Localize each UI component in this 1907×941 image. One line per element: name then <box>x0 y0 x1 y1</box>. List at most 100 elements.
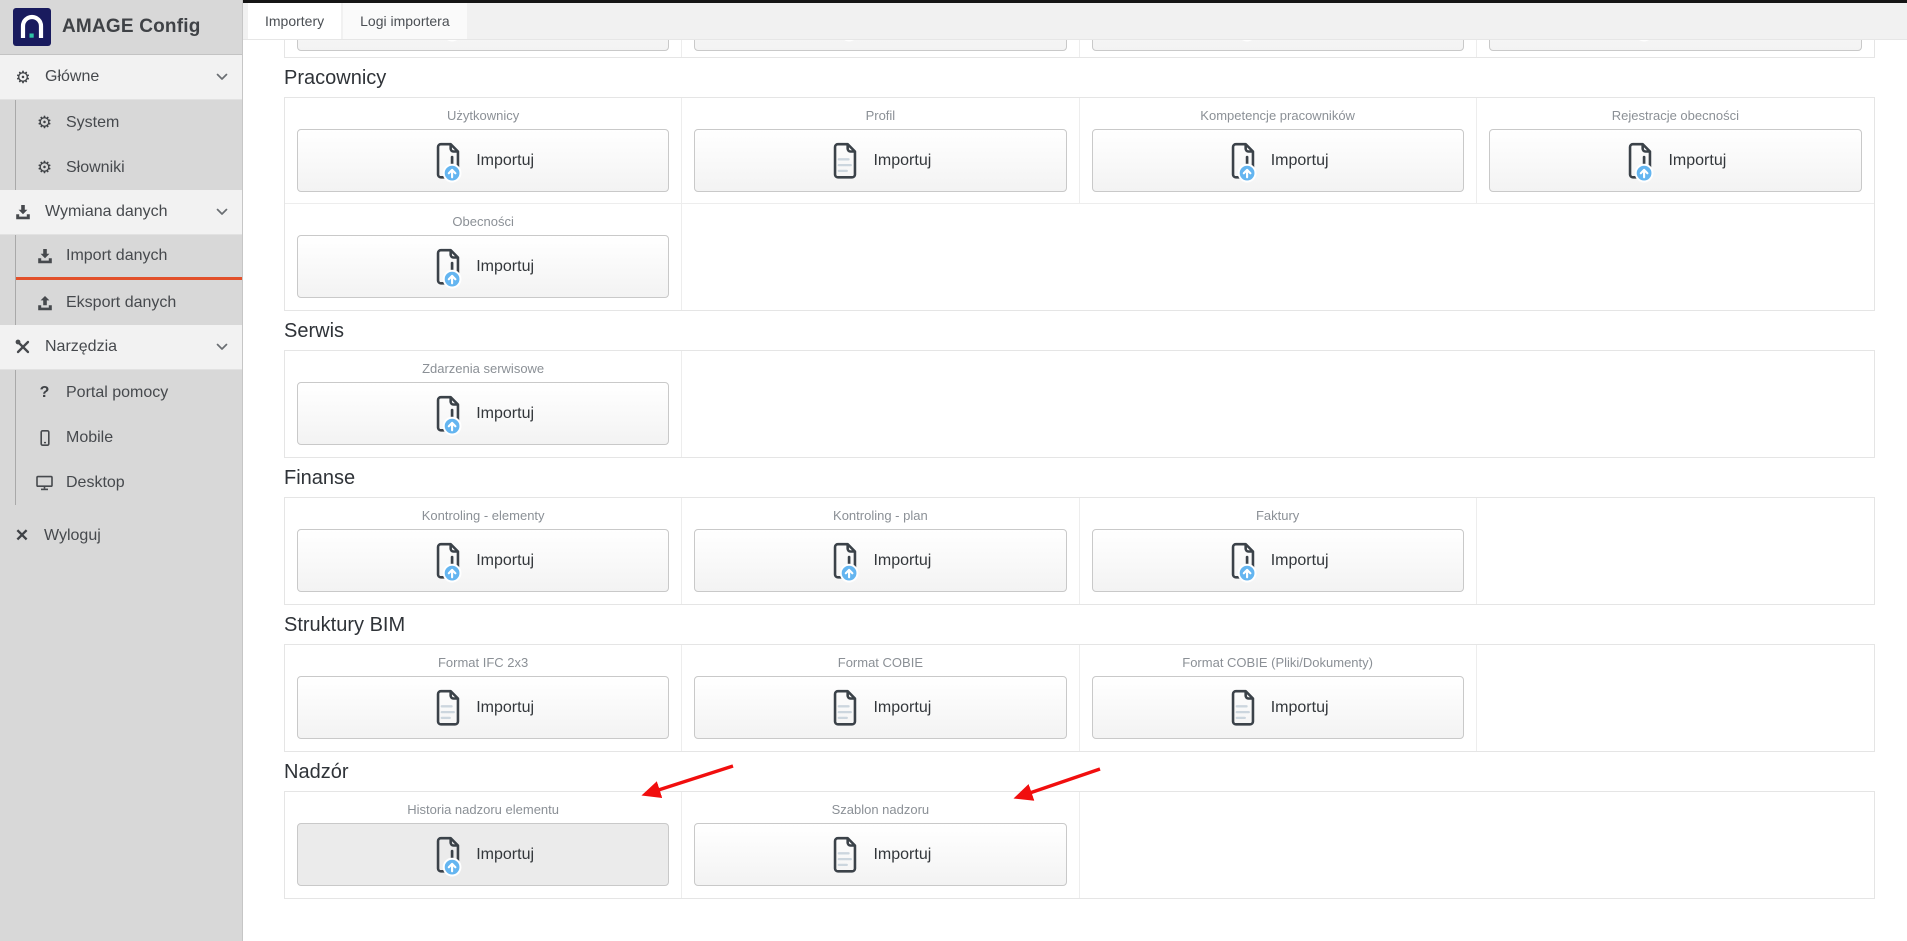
import-button[interactable]: Importuj <box>694 823 1066 886</box>
import-card-label: Zdarzenia serwisowe <box>422 361 544 376</box>
import-button[interactable]: Importuj <box>297 676 669 739</box>
sidebar-item-mobile[interactable]: Mobile <box>16 415 242 460</box>
desktop-icon <box>36 475 53 491</box>
import-card-label: Rejestracje obecności <box>1612 108 1739 123</box>
file-upload-icon <box>432 392 464 436</box>
upload-icon <box>36 295 53 311</box>
import-button[interactable]: Importuj <box>297 40 669 51</box>
import-card: Historia nadzoru elementu Importuj <box>285 792 682 898</box>
import-card: Faktury Importuj <box>1080 498 1477 604</box>
import-button[interactable]: Importuj <box>694 676 1066 739</box>
import-button-label: Importuj <box>873 846 931 864</box>
section-heading: Nadzór <box>284 761 1875 784</box>
import-button-label: Importuj <box>476 552 534 570</box>
sidebar-group: ⚙ Główne ⚙ System ⚙ Słowniki <box>0 55 242 190</box>
import-button[interactable]: Importuj <box>1092 40 1464 51</box>
import-button[interactable]: Importuj <box>297 129 669 192</box>
sidebar-group-children: ⚙ System ⚙ Słowniki <box>15 100 242 190</box>
import-card-label: Obecności <box>452 214 513 229</box>
file-lines-icon <box>829 139 861 183</box>
sidebar-item-desktop[interactable]: Desktop <box>16 460 242 505</box>
import-card-label: Szablon nadzoru <box>832 802 930 817</box>
sidebar-item-system[interactable]: ⚙ System <box>16 100 242 145</box>
file-lines-icon <box>829 686 861 730</box>
sidebar-group: Narzędzia ? Portal pomocy Mobile Desktop <box>0 325 242 505</box>
import-card: Rejestracje obecności Importuj <box>1477 98 1874 204</box>
sidebar: AMAGE Config ⚙ Główne ⚙ System ⚙ Słownik… <box>0 0 243 941</box>
file-upload-icon <box>1227 139 1259 183</box>
import-card: Format COBIE Importuj <box>682 645 1079 751</box>
sidebar-item-słowniki[interactable]: ⚙ Słowniki <box>16 145 242 190</box>
tools-icon <box>14 339 32 355</box>
tab-importery[interactable]: Importery <box>248 3 341 39</box>
import-button[interactable]: Importuj <box>1489 40 1862 51</box>
sidebar-item-import-danych[interactable]: Import danych <box>16 235 242 280</box>
import-card: Użytkownicy Importuj <box>285 98 682 204</box>
import-section-serwis: Serwis Zdarzenia serwisowe Importuj <box>284 320 1875 458</box>
import-card: Importuj <box>682 40 1079 57</box>
import-button[interactable]: Importuj <box>694 529 1066 592</box>
file-upload-icon <box>1227 40 1259 42</box>
section-card-grid: Zdarzenia serwisowe Importuj <box>284 350 1875 458</box>
file-upload-icon <box>1624 40 1656 42</box>
import-card-label: Format COBIE (Pliki/Dokumenty) <box>1182 655 1373 670</box>
import-button-label: Importuj <box>476 152 534 170</box>
import-button-label: Importuj <box>476 405 534 423</box>
import-button-label: Importuj <box>1271 552 1329 570</box>
tab-logi-importera[interactable]: Logi importera <box>343 3 467 39</box>
file-lines-icon <box>1227 686 1259 730</box>
file-upload-icon <box>829 40 861 42</box>
import-card: Szablon nadzoru Importuj <box>682 792 1079 898</box>
sidebar-group-wymiana-danych[interactable]: Wymiana danych <box>0 190 242 235</box>
file-upload-icon <box>829 539 861 583</box>
import-button-label: Importuj <box>476 846 534 864</box>
download-icon <box>14 204 32 220</box>
import-card-label: Profil <box>866 108 896 123</box>
import-button[interactable]: Importuj <box>297 235 669 298</box>
import-card-label: Kompetencje pracowników <box>1200 108 1355 123</box>
import-button[interactable]: Importuj <box>1092 676 1464 739</box>
import-button[interactable]: Importuj <box>297 823 669 886</box>
sidebar-group-narzędzia[interactable]: Narzędzia <box>0 325 242 370</box>
gear-icon: ⚙ <box>14 69 32 86</box>
gear-icon: ⚙ <box>36 159 53 176</box>
import-button[interactable]: Importuj <box>297 529 669 592</box>
import-sections: Importuj Importuj Importuj Importuj Prac… <box>243 40 1907 899</box>
import-button[interactable]: Importuj <box>1092 529 1464 592</box>
tab-bar: Importery Logi importera <box>243 0 1907 40</box>
file-upload-icon <box>1624 139 1656 183</box>
import-card: Kontroling - plan Importuj <box>682 498 1079 604</box>
import-card: Zdarzenia serwisowe Importuj <box>285 351 682 457</box>
import-button-label: Importuj <box>476 258 534 276</box>
import-section-struktury-bim: Struktury BIM Format IFC 2x3 Importuj Fo… <box>284 614 1875 752</box>
chevron-down-icon <box>216 343 228 351</box>
import-button[interactable]: Importuj <box>1092 129 1464 192</box>
section-heading: Serwis <box>284 320 1875 343</box>
tab-logi-importera-label: Logi importera <box>360 13 450 29</box>
section-card-grid: Importuj Importuj Importuj Importuj <box>284 40 1875 58</box>
import-card-label: Kontroling - elementy <box>422 508 545 523</box>
sidebar-item-portal-pomocy[interactable]: ? Portal pomocy <box>16 370 242 415</box>
import-card: Kontroling - elementy Importuj <box>285 498 682 604</box>
logout-label: Wyloguj <box>44 527 101 545</box>
import-button-label: Importuj <box>476 699 534 717</box>
import-section-finanse: Finanse Kontroling - elementy Importuj K… <box>284 467 1875 605</box>
import-button[interactable]: Importuj <box>694 129 1066 192</box>
file-upload-icon <box>1227 539 1259 583</box>
main-area: Importery Logi importera Importuj Import… <box>243 0 1907 941</box>
import-section-partial: Importuj Importuj Importuj Importuj <box>284 40 1875 58</box>
import-button[interactable]: Importuj <box>694 40 1066 51</box>
sidebar-groups: ⚙ Główne ⚙ System ⚙ Słowniki Wymiana dan… <box>0 55 242 505</box>
file-lines-icon <box>432 686 464 730</box>
import-button[interactable]: Importuj <box>297 382 669 445</box>
import-button[interactable]: Importuj <box>1489 129 1862 192</box>
sidebar-group-główne[interactable]: ⚙ Główne <box>0 55 242 100</box>
question-icon: ? <box>36 385 53 401</box>
import-section-pracownicy: Pracownicy Użytkownicy Importuj Profil I… <box>284 67 1875 311</box>
import-button-label: Importuj <box>873 552 931 570</box>
sidebar-item-logout[interactable]: ✕ Wyloguj <box>0 513 242 558</box>
chevron-down-icon <box>216 73 228 81</box>
sidebar-item-eksport-danych[interactable]: Eksport danych <box>16 280 242 325</box>
sidebar-group-children: ? Portal pomocy Mobile Desktop <box>15 370 242 505</box>
file-lines-icon <box>829 833 861 877</box>
